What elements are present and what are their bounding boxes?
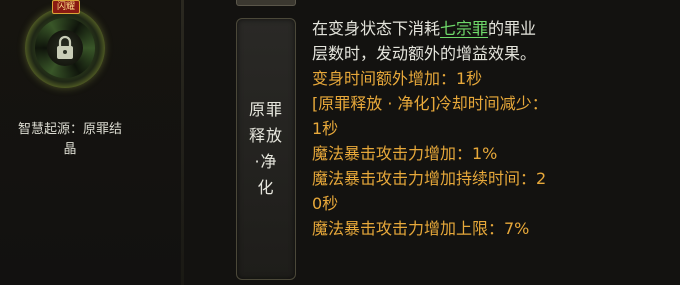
skill-origin-line-1: 智慧起源：原罪结: [17, 122, 122, 137]
intro-suffix: 的罪业: [488, 19, 537, 38]
effect-line: 魔法暴击攻击力增加持续时间：2: [312, 169, 547, 188]
panel-divider: [181, 0, 184, 285]
skill-name-line-4: 化: [257, 178, 275, 197]
effect-line: 变身时间额外增加：1秒: [312, 69, 483, 88]
skill-name-box[interactable]: 原罪 释放 ·净 化: [236, 18, 296, 280]
effect-line: 1秒: [312, 119, 339, 138]
skill-name-line-3: ·净: [254, 152, 278, 171]
effect-line: [原罪释放 · 净化]冷却时间减少：: [312, 94, 548, 113]
effect-line: 魔法暴击攻击力增加：1%: [312, 144, 498, 163]
skill-source-panel: 闪耀 智慧起源：原罪结 晶: [0, 0, 180, 285]
skill-description: 在变身状态下消耗七宗罪的罪业 层数时，发动额外的增益效果。 变身时间额外增加：1…: [312, 16, 652, 241]
effect-line: 0秒: [312, 194, 339, 213]
lock-icon: [47, 30, 83, 66]
skill-name: 原罪 释放 ·净 化: [237, 97, 295, 201]
seven-sins-keyword-link[interactable]: 七宗罪: [440, 19, 488, 38]
description-intro-line-2: 层数时，发动额外的增益效果。: [312, 44, 537, 63]
skill-origin-line-2: 晶: [63, 142, 77, 157]
intro-prefix: 在变身状态下消耗: [312, 19, 441, 38]
skill-rank-badge: 闪耀: [52, 0, 80, 14]
skill-slot-top: [236, 0, 296, 6]
skill-origin-label: 智慧起源：原罪结 晶: [0, 120, 140, 160]
skill-icon[interactable]: [25, 8, 105, 88]
description-intro-line-1: 在变身状态下消耗七宗罪的罪业: [312, 16, 652, 41]
effect-line: 魔法暴击攻击力增加上限：7%: [312, 219, 530, 238]
skill-name-line-2: 释放: [248, 126, 283, 145]
skill-name-line-1: 原罪: [248, 100, 283, 119]
